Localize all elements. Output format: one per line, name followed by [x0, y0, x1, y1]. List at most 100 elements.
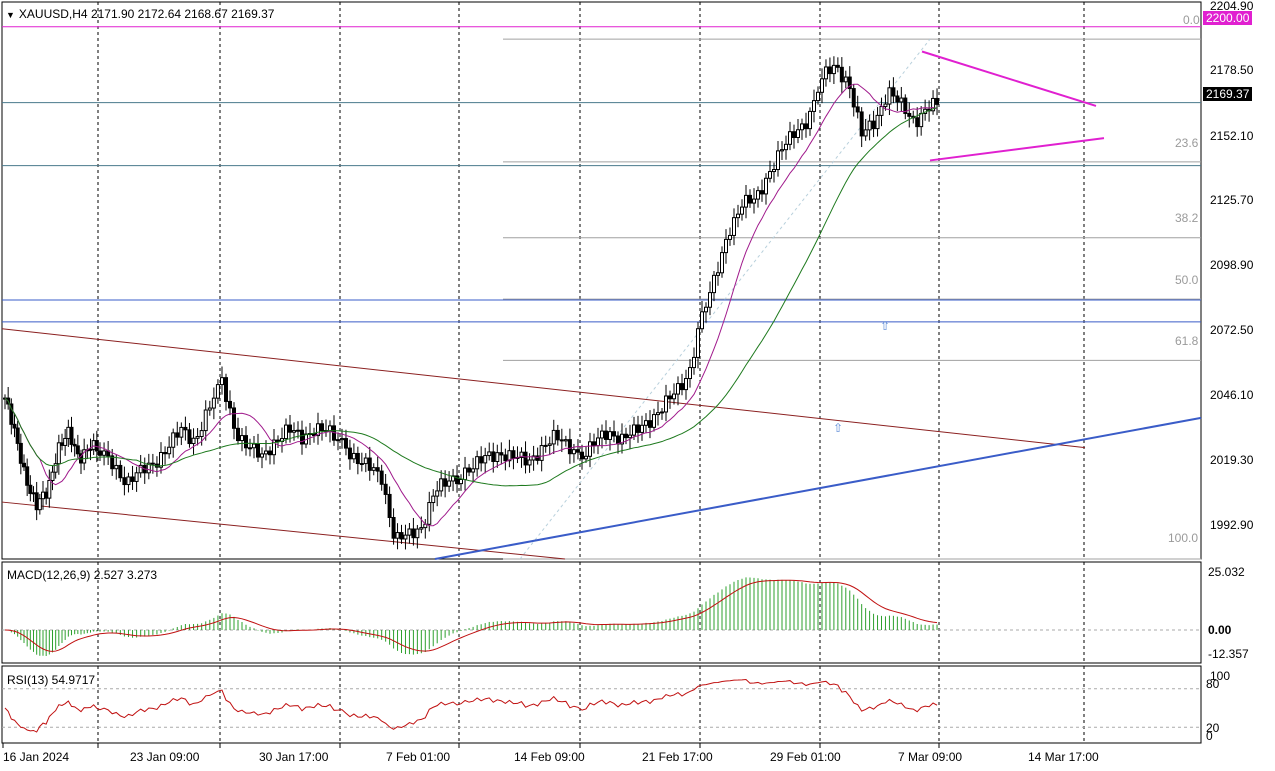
price-tick: 1992.90	[1210, 518, 1254, 532]
candle-body	[503, 454, 508, 462]
candle-body	[571, 449, 576, 455]
macd-label: MACD(12,26,9) 2.527 3.273	[7, 568, 158, 582]
ohlc-readout: 2171.90 2172.64 2168.67 2169.37	[90, 7, 275, 21]
candle-body	[692, 356, 696, 369]
candle-body	[228, 400, 232, 409]
candle-body	[796, 129, 800, 138]
candle-body	[34, 492, 39, 511]
collapse-triangle-icon[interactable]: ▼	[6, 10, 15, 20]
candle-body	[264, 450, 268, 455]
candle-body	[12, 423, 17, 429]
candle-body	[752, 198, 756, 204]
price-tick: 2125.70	[1210, 193, 1254, 207]
candle-body	[551, 429, 556, 445]
fib-label: 0.0	[1183, 13, 1200, 27]
candle-body	[159, 451, 163, 468]
candle-body	[411, 528, 416, 539]
candle-body	[511, 450, 516, 459]
candle-body	[831, 64, 836, 75]
candle-body	[134, 472, 139, 482]
candle-body	[899, 97, 904, 103]
candle-body	[656, 412, 660, 416]
time-tick: 14 Mar 17:00	[1028, 750, 1099, 764]
candle-body	[907, 112, 912, 117]
candle-body	[875, 114, 880, 130]
candle-body	[616, 435, 620, 445]
candle-body	[387, 493, 392, 518]
candle-body	[130, 476, 135, 482]
candle-body	[296, 429, 300, 432]
candle-body	[784, 143, 788, 151]
candle-body	[343, 438, 348, 449]
candle-body	[644, 420, 648, 426]
candle-body	[596, 437, 600, 447]
candle-body	[604, 430, 608, 440]
candle-body	[700, 311, 704, 330]
candle-body	[50, 471, 55, 481]
fib-label: 23.6	[1175, 136, 1199, 150]
buy-arrow-icon: ⇧	[880, 319, 891, 333]
candle-body	[704, 306, 708, 313]
candle-body	[491, 451, 496, 462]
candle-body	[419, 527, 424, 530]
candle-body	[580, 451, 584, 460]
candle-body	[41, 491, 45, 500]
candle-body	[284, 424, 288, 440]
candle-body	[463, 467, 468, 480]
price-tick: 2072.50	[1210, 323, 1254, 337]
candle-body	[843, 76, 848, 83]
candle-body	[244, 435, 248, 449]
candle-body	[628, 434, 632, 439]
candle-body	[527, 459, 532, 466]
candle-body	[632, 424, 636, 436]
rsi-panel-frame	[1, 665, 1202, 744]
candle-body	[447, 480, 452, 487]
candle-body	[636, 424, 640, 433]
candle-body	[760, 190, 764, 195]
candle-body	[736, 213, 740, 219]
candle-body	[347, 447, 352, 460]
candle-body	[31, 492, 36, 495]
candle-body	[114, 464, 119, 470]
chart-canvas[interactable]	[0, 0, 1275, 771]
candle-body	[459, 478, 463, 485]
candle-body	[684, 378, 688, 391]
candle-body	[716, 272, 720, 276]
candle-body	[355, 452, 360, 465]
candle-body	[248, 447, 252, 450]
candle-body	[792, 131, 796, 138]
candle-body	[256, 443, 260, 458]
candle-body	[712, 274, 716, 294]
candle-body	[383, 483, 388, 495]
candle-body	[859, 111, 864, 137]
candle-body	[467, 467, 472, 473]
candle-body	[75, 445, 80, 455]
candle-body	[240, 435, 244, 442]
candle-body	[720, 252, 724, 274]
candle-body	[171, 432, 176, 448]
price-tick: 2019.30	[1210, 453, 1254, 467]
candle-body	[495, 452, 500, 462]
candle-body	[744, 194, 748, 208]
candle-body	[883, 103, 888, 108]
candle-body	[340, 438, 344, 441]
candle-body	[827, 66, 832, 75]
current-price-tag: 2169.37	[1203, 87, 1253, 101]
candle-body	[708, 292, 712, 308]
candle-body	[183, 426, 188, 431]
candle-body	[543, 444, 548, 447]
candle-body	[764, 177, 768, 195]
candle-body	[935, 97, 940, 105]
candle-body	[871, 120, 876, 130]
candle-body	[624, 433, 628, 439]
candle-body	[415, 528, 420, 539]
candle-body	[640, 424, 644, 433]
level-price-tag: 2200.00	[1203, 11, 1253, 25]
candle-body	[37, 498, 42, 511]
macd-axis-tick: -12.357	[1208, 647, 1249, 661]
candle-body	[22, 462, 26, 468]
candle-body	[772, 169, 776, 173]
candle-body	[336, 439, 340, 442]
candle-body	[808, 110, 812, 130]
candle-body	[740, 206, 744, 215]
